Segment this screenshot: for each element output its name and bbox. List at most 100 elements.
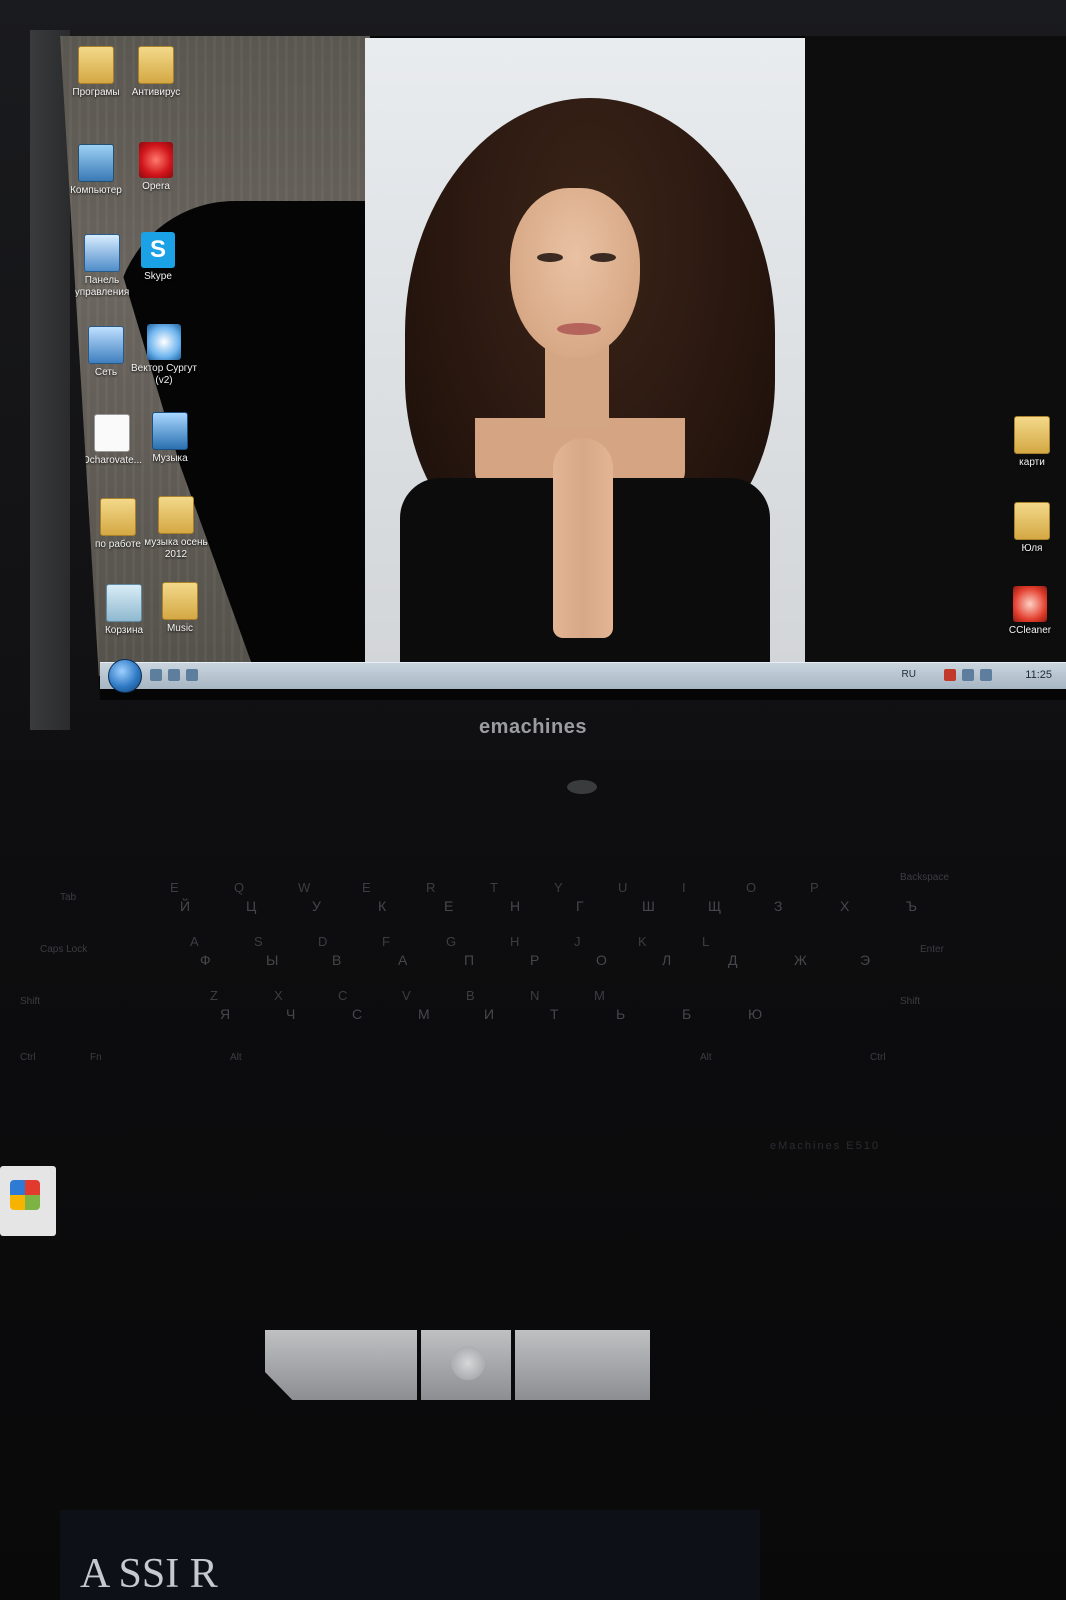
key-label-cyrillic[interactable]: Ж bbox=[794, 952, 807, 968]
key-label-modifier[interactable]: Ctrl bbox=[20, 1052, 36, 1063]
key-label-latin[interactable]: T bbox=[490, 880, 498, 895]
shortcut-icon bbox=[147, 324, 181, 360]
key-label-cyrillic[interactable]: Е bbox=[444, 898, 453, 914]
key-label-latin[interactable]: E bbox=[362, 880, 371, 895]
key-label-latin[interactable]: F bbox=[382, 934, 390, 949]
key-label-latin[interactable]: Q bbox=[234, 880, 244, 895]
key-label-latin[interactable]: L bbox=[702, 934, 709, 949]
key-label-modifier[interactable]: Tab bbox=[60, 892, 76, 903]
control-panel-icon bbox=[84, 234, 120, 272]
key-label-latin[interactable]: U bbox=[618, 880, 627, 895]
key-label-latin[interactable]: S bbox=[254, 934, 263, 949]
desktop-icon-label: Юля bbox=[1021, 543, 1043, 554]
key-label-latin[interactable]: X bbox=[274, 988, 283, 1003]
key-label-modifier[interactable]: Backspace bbox=[900, 872, 949, 883]
key-label-modifier[interactable]: Caps Lock bbox=[40, 944, 87, 955]
key-label-modifier[interactable]: Fn bbox=[90, 1052, 102, 1063]
key-label-cyrillic[interactable]: Б bbox=[682, 1006, 691, 1022]
key-label-modifier[interactable]: Alt bbox=[700, 1052, 712, 1063]
key-label-cyrillic[interactable]: Т bbox=[550, 1006, 559, 1022]
start-button[interactable] bbox=[108, 659, 142, 693]
key-label-cyrillic[interactable]: Ь bbox=[616, 1006, 625, 1022]
key-label-cyrillic[interactable]: Р bbox=[530, 952, 539, 968]
key-label-modifier[interactable]: Alt bbox=[230, 1052, 242, 1063]
key-label-cyrillic[interactable]: Ш bbox=[642, 898, 655, 914]
tray-volume-icon[interactable] bbox=[980, 669, 992, 681]
key-label-cyrillic[interactable]: П bbox=[464, 952, 474, 968]
key-label-modifier[interactable]: Shift bbox=[20, 996, 40, 1007]
box-below-laptop: A SSI R bbox=[60, 1510, 760, 1600]
key-label-cyrillic[interactable]: З bbox=[774, 898, 782, 914]
key-label-latin[interactable]: C bbox=[338, 988, 347, 1003]
show-desktop-icon[interactable] bbox=[150, 669, 162, 681]
key-label-latin[interactable]: W bbox=[298, 880, 310, 895]
desktop-icon-vector[interactable]: Вектор Сургут (v2) bbox=[128, 324, 200, 387]
desktop-icon-antivirus[interactable]: Антивирус bbox=[120, 46, 192, 99]
key-label-cyrillic[interactable]: К bbox=[378, 898, 386, 914]
desktop-icon-ccleaner[interactable]: CCleaner bbox=[994, 586, 1066, 637]
music-icon bbox=[152, 412, 188, 450]
key-label-cyrillic[interactable]: Л bbox=[662, 952, 671, 968]
internet-explorer-icon[interactable] bbox=[186, 669, 198, 681]
key-label-cyrillic[interactable]: Ю bbox=[748, 1006, 762, 1022]
key-label-latin[interactable]: B bbox=[466, 988, 475, 1003]
key-label-latin[interactable]: M bbox=[594, 988, 605, 1003]
key-label-cyrillic[interactable]: Я bbox=[220, 1006, 230, 1022]
desktop-icon-skype[interactable]: S Skype bbox=[122, 232, 194, 283]
key-label-cyrillic[interactable]: Э bbox=[860, 952, 870, 968]
tray-alert-icon[interactable] bbox=[944, 669, 956, 681]
key-label-latin[interactable]: E bbox=[170, 880, 179, 895]
key-label-latin[interactable]: H bbox=[510, 934, 519, 949]
key-label-latin[interactable]: D bbox=[318, 934, 327, 949]
key-label-cyrillic[interactable]: С bbox=[352, 1006, 362, 1022]
key-label-latin[interactable]: P bbox=[810, 880, 819, 895]
key-label-latin[interactable]: A bbox=[190, 934, 199, 949]
key-label-cyrillic[interactable]: И bbox=[484, 1006, 494, 1022]
key-label-cyrillic[interactable]: Г bbox=[576, 898, 584, 914]
desktop-icon-pictures[interactable]: карти bbox=[996, 416, 1066, 469]
key-label-latin[interactable]: V bbox=[402, 988, 411, 1003]
key-label-cyrillic[interactable]: А bbox=[398, 952, 407, 968]
key-label-cyrillic[interactable]: Ф bbox=[200, 952, 211, 968]
key-label-latin[interactable]: I bbox=[682, 880, 686, 895]
model-label: eMachines E510 bbox=[770, 1140, 880, 1152]
key-label-latin[interactable]: Z bbox=[210, 988, 218, 1003]
touchpad-right-button[interactable] bbox=[515, 1330, 650, 1400]
clock[interactable]: 11:25 bbox=[1025, 669, 1052, 681]
key-label-latin[interactable]: O bbox=[746, 880, 756, 895]
key-label-cyrillic[interactable]: Ц bbox=[246, 898, 256, 914]
key-label-cyrillic[interactable]: О bbox=[596, 952, 607, 968]
key-label-cyrillic[interactable]: Й bbox=[180, 898, 190, 914]
key-label-cyrillic[interactable]: Ъ bbox=[906, 898, 917, 914]
key-label-latin[interactable]: R bbox=[426, 880, 435, 895]
touchpad-left-button[interactable] bbox=[265, 1330, 417, 1400]
key-label-latin[interactable]: N bbox=[530, 988, 539, 1003]
key-label-cyrillic[interactable]: Щ bbox=[708, 898, 721, 914]
desktop-icon-music-autumn[interactable]: музыка осень 2012 bbox=[140, 496, 212, 561]
key-label-cyrillic[interactable]: У bbox=[312, 898, 321, 914]
key-label-modifier[interactable]: Ctrl bbox=[870, 1052, 886, 1063]
desktop-icon-yulia[interactable]: Юля bbox=[996, 502, 1066, 555]
tray-network-icon[interactable] bbox=[962, 669, 974, 681]
key-label-latin[interactable]: Y bbox=[554, 880, 563, 895]
desktop-icon-music-library[interactable]: Музыка bbox=[134, 412, 206, 465]
key-label-latin[interactable]: K bbox=[638, 934, 647, 949]
touchpad-scroll-button[interactable] bbox=[421, 1330, 511, 1400]
key-label-cyrillic[interactable]: Д bbox=[728, 952, 737, 968]
key-label-modifier[interactable]: Enter bbox=[920, 944, 944, 955]
desktop-icon-label: CCleaner bbox=[1008, 625, 1052, 636]
key-label-cyrillic[interactable]: М bbox=[418, 1006, 430, 1022]
key-label-cyrillic[interactable]: Ч bbox=[286, 1006, 295, 1022]
key-label-cyrillic[interactable]: Х bbox=[840, 898, 849, 914]
language-indicator[interactable]: RU bbox=[902, 669, 916, 680]
desktop-icon-opera[interactable]: Opera bbox=[120, 142, 192, 193]
key-label-latin[interactable]: J bbox=[574, 934, 581, 949]
key-label-cyrillic[interactable]: Ы bbox=[266, 952, 278, 968]
key-label-modifier[interactable]: Shift bbox=[900, 996, 920, 1007]
key-label-cyrillic[interactable]: В bbox=[332, 952, 341, 968]
key-label-cyrillic[interactable]: Н bbox=[510, 898, 520, 914]
explorer-icon[interactable] bbox=[168, 669, 180, 681]
power-button[interactable] bbox=[567, 780, 597, 794]
desktop-icon-music[interactable]: Music bbox=[144, 582, 216, 635]
key-label-latin[interactable]: G bbox=[446, 934, 456, 949]
